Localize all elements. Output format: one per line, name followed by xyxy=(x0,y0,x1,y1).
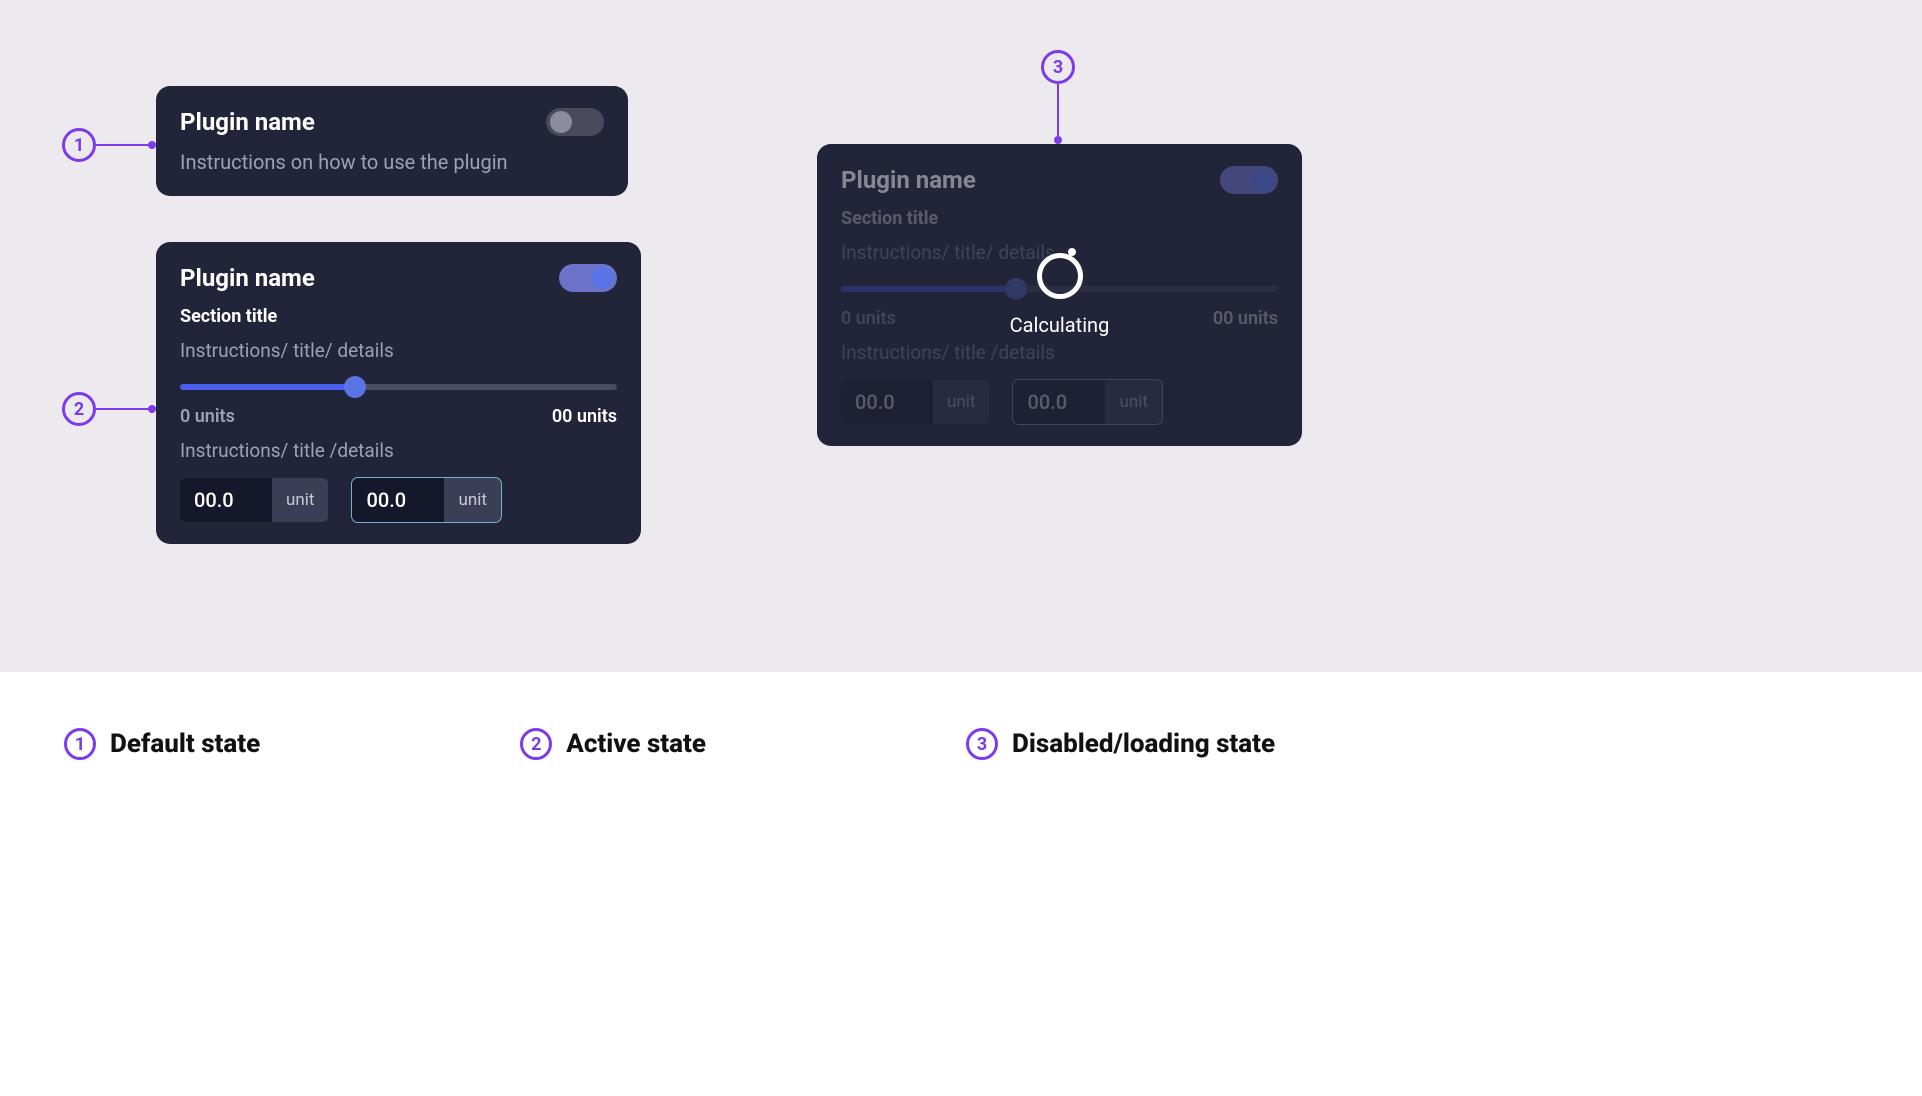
input-unit-label: unit xyxy=(444,478,500,522)
input-value: 00.0 xyxy=(1013,380,1105,424)
card-header: Plugin name xyxy=(180,264,617,292)
slider-labels: 0 units 00 units xyxy=(180,406,617,427)
slider-thumb xyxy=(1005,278,1027,300)
plugin-toggle[interactable] xyxy=(546,108,604,136)
section-title: Section title xyxy=(841,208,1278,229)
legend-label: Default state xyxy=(110,729,260,759)
plugin-toggle[interactable] xyxy=(1220,166,1278,194)
callout-dot xyxy=(1054,136,1062,144)
slider-min-label: 0 units xyxy=(841,308,896,329)
slider-min-label: 0 units xyxy=(180,406,235,427)
legend-item-default: 1 Default state xyxy=(64,728,260,760)
callout-marker-1: 1 xyxy=(62,128,156,162)
input-unit-label: unit xyxy=(272,478,328,522)
value-input-2: 00.0 unit xyxy=(1013,380,1161,424)
input-value[interactable]: 00.0 xyxy=(352,478,444,522)
legend-badge: 2 xyxy=(520,728,552,760)
callout-dot xyxy=(148,405,156,413)
plugin-instructions: Instructions on how to use the plugin xyxy=(180,150,604,174)
toggle-knob xyxy=(550,111,572,133)
value-input-1: 00.0 unit xyxy=(841,380,989,424)
legend-item-active: 2 Active state xyxy=(520,728,706,760)
slider xyxy=(841,286,1278,292)
plugin-title: Plugin name xyxy=(180,264,315,292)
legend-label: Disabled/loading state xyxy=(1012,729,1275,759)
slider-fill xyxy=(841,286,1016,292)
section-title: Section title xyxy=(180,306,617,327)
inputs-instructions: Instructions/ title /details xyxy=(841,341,1278,364)
toggle-knob xyxy=(591,267,613,289)
legend-badge: 1 xyxy=(64,728,96,760)
input-value[interactable]: 00.0 xyxy=(180,478,272,522)
slider-thumb[interactable] xyxy=(344,376,366,398)
callout-badge-1: 1 xyxy=(62,128,96,162)
slider-instructions: Instructions/ title/ details xyxy=(841,241,1278,264)
card-header: Plugin name xyxy=(180,108,604,136)
input-unit-label: unit xyxy=(933,380,989,424)
plugin-card-default: Plugin name Instructions on how to use t… xyxy=(156,86,628,196)
callout-connector xyxy=(96,408,148,410)
inputs-instructions: Instructions/ title /details xyxy=(180,439,617,462)
slider-instructions: Instructions/ title/ details xyxy=(180,339,617,362)
slider-fill xyxy=(180,384,355,390)
value-input-2[interactable]: 00.0 unit xyxy=(352,478,500,522)
callout-connector xyxy=(1057,84,1059,136)
legend-badge: 3 xyxy=(966,728,998,760)
value-input-1[interactable]: 00.0 unit xyxy=(180,478,328,522)
input-row: 00.0 unit 00.0 unit xyxy=(841,380,1278,424)
callout-badge-3: 3 xyxy=(1041,50,1075,84)
callout-badge-2: 2 xyxy=(62,392,96,426)
canvas-area: 1 2 3 Plugin name Instructions on how to… xyxy=(0,0,1922,672)
legend-bar: 1 Default state 2 Active state 3 Disable… xyxy=(0,672,1922,1096)
slider-max-label: 00 units xyxy=(1213,308,1278,329)
input-unit-label: unit xyxy=(1105,380,1161,424)
callout-marker-2: 2 xyxy=(62,392,156,426)
legend-label: Active state xyxy=(566,729,706,759)
plugin-card-active: Plugin name Section title Instructions/ … xyxy=(156,242,641,544)
plugin-title: Plugin name xyxy=(841,166,976,194)
slider-max-label: 00 units xyxy=(552,406,617,427)
slider-labels: 0 units 00 units xyxy=(841,308,1278,329)
callout-marker-3: 3 xyxy=(1041,50,1075,144)
toggle-knob xyxy=(1252,169,1274,191)
plugin-card-loading: Plugin name Section title Instructions/ … xyxy=(817,144,1302,446)
slider[interactable] xyxy=(180,384,617,390)
input-row: 00.0 unit 00.0 unit xyxy=(180,478,617,522)
callout-dot xyxy=(148,141,156,149)
input-value: 00.0 xyxy=(841,380,933,424)
callout-connector xyxy=(96,144,148,146)
card-header: Plugin name xyxy=(841,166,1278,194)
plugin-title: Plugin name xyxy=(180,108,315,136)
legend-item-disabled: 3 Disabled/loading state xyxy=(966,728,1275,760)
plugin-toggle[interactable] xyxy=(559,264,617,292)
